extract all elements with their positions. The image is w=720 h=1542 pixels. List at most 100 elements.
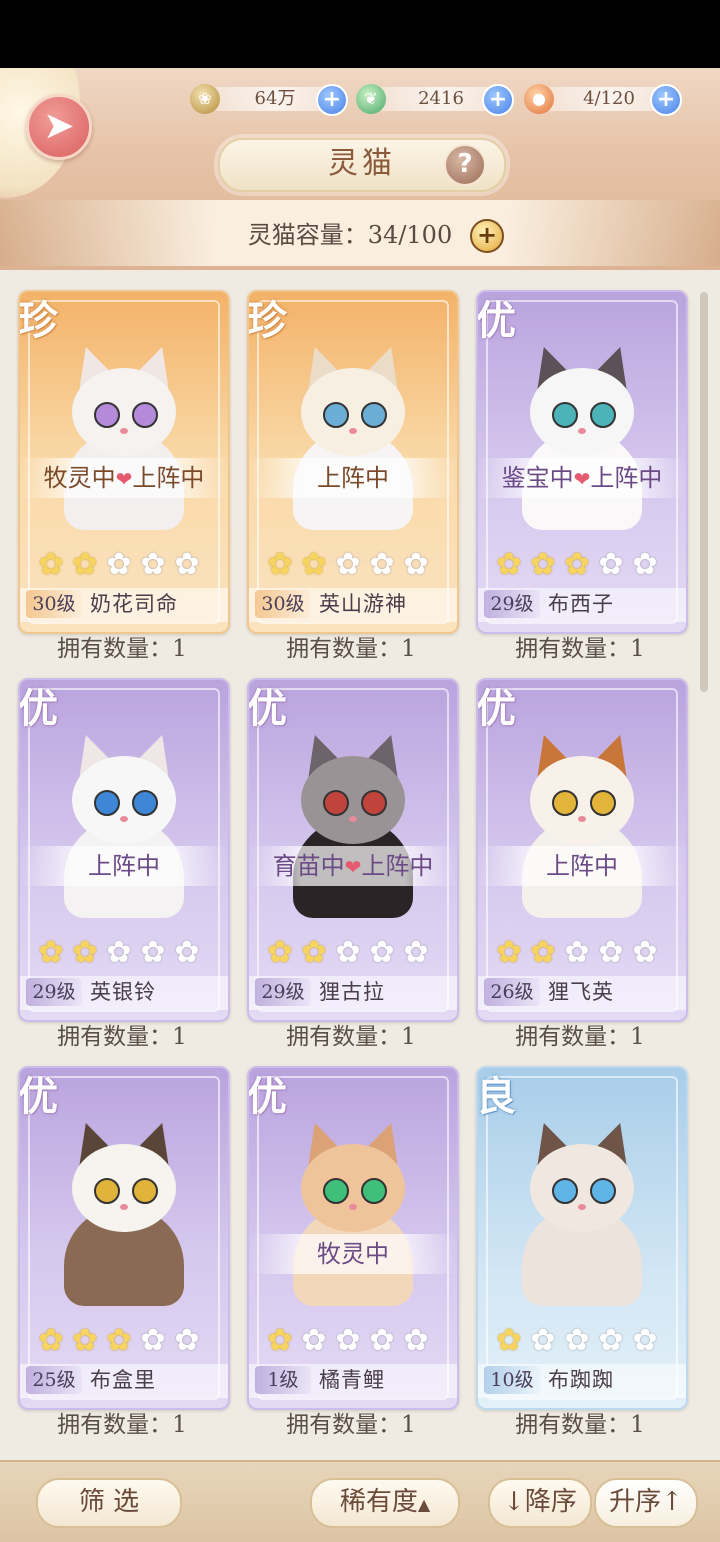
flower-star-icon: ✿ (140, 547, 166, 582)
cat-nose (120, 428, 128, 434)
cat-name: 橘青鲤 (319, 1368, 385, 1392)
cat-name: 英银铃 (90, 980, 156, 1004)
flower-star-icon: ✿ (301, 935, 327, 970)
level-name-row: 26级 狸飞英 (478, 976, 686, 1010)
flower-star-icon: ✿ (335, 1323, 361, 1358)
star-rating: ✿ ✿ ✿ ✿ ✿ (494, 550, 672, 580)
help-button[interactable]: ? (444, 144, 486, 186)
cat-eye (590, 790, 616, 816)
owned-count: 拥有数量：1 (515, 1024, 645, 1050)
rarity-badge: 优 (247, 1073, 287, 1120)
flower-star-icon: ✿ (564, 935, 590, 970)
cat-portrait (516, 1116, 648, 1306)
cat-nose (349, 816, 357, 822)
cat-card[interactable]: 珍牧灵中❤上阵中 ✿ ✿ ✿ ✿ ✿ 30级 奶花司命 (18, 290, 230, 634)
add-coins-button[interactable]: + (316, 84, 348, 116)
add-food-button[interactable]: + (650, 84, 682, 116)
level-name-row: 29级 布西子 (478, 588, 686, 622)
cat-portrait (516, 340, 648, 530)
level-badge: 26级 (484, 978, 540, 1006)
level-badge: 29级 (26, 978, 82, 1006)
owned-count: 拥有数量：1 (286, 1412, 416, 1438)
flower-star-icon: ✿ (140, 1323, 166, 1358)
cat-card[interactable]: 优 ✿ ✿ ✿ ✿ ✿ 25级 布盒里 (18, 1066, 230, 1410)
cat-name: 布踟踟 (548, 1368, 614, 1392)
scrollbar[interactable] (700, 292, 708, 692)
star-rating: ✿ ✿ ✿ ✿ ✿ (36, 550, 214, 580)
flower-star-icon: ✿ (632, 1323, 658, 1358)
status-banner: 上阵中 (478, 846, 686, 886)
flower-star-icon: ✿ (403, 935, 429, 970)
flower-star-icon: ✿ (530, 547, 556, 582)
flower-star-icon: ✿ (174, 1323, 200, 1358)
level-name-row: 1级 橘青鲤 (249, 1364, 457, 1398)
cat-eye (323, 790, 349, 816)
flower-star-icon: ✿ (174, 935, 200, 970)
cat-eye (552, 402, 578, 428)
cat-card[interactable]: 优鉴宝中❤上阵中 ✿ ✿ ✿ ✿ ✿ 29级 布西子 (476, 290, 688, 634)
status-banner: 上阵中 (249, 458, 457, 498)
cat-portrait (58, 1116, 190, 1306)
resource-value: 4/120 (583, 88, 635, 109)
flower-star-icon: ✿ (335, 547, 361, 582)
cat-nose (578, 1204, 586, 1210)
cat-name: 英山游神 (319, 592, 407, 616)
filter-button[interactable]: 筛 选 (36, 1478, 182, 1528)
status-label: 育苗中 (272, 852, 345, 880)
flower-star-icon: ✿ (369, 547, 395, 582)
status-label: 上阵中 (546, 852, 618, 880)
cat-name: 布西子 (548, 592, 614, 616)
resource-value: 64万 (254, 88, 296, 109)
flower-star-icon: ✿ (106, 547, 132, 582)
flower-star-icon: ✿ (496, 547, 522, 582)
status-banner: 育苗中❤上阵中 (249, 846, 457, 886)
back-button[interactable]: ➤ (26, 94, 92, 160)
cat-eye (552, 790, 578, 816)
heart-icon: ❤ (344, 855, 362, 879)
cat-card[interactable]: 优育苗中❤上阵中 ✿ ✿ ✿ ✿ ✿ 29级 狸古拉 (247, 678, 459, 1022)
rarity-badge: 优 (476, 685, 516, 732)
level-badge: 30级 (255, 590, 311, 618)
flower-star-icon: ✿ (403, 1323, 429, 1358)
flower-star-icon: ✿ (369, 935, 395, 970)
status-banner: 鉴宝中❤上阵中 (478, 458, 686, 498)
cat-nose (120, 1204, 128, 1210)
resource-value: 2416 (418, 88, 464, 109)
status-text: 上阵中 (478, 846, 686, 886)
status-text: 鉴宝中❤上阵中 (478, 458, 686, 499)
status-text: 育苗中❤上阵中 (249, 846, 457, 887)
status-banner: 牧灵中 (249, 1234, 457, 1274)
status-banner: 牧灵中❤上阵中 (20, 458, 228, 498)
flower-star-icon: ✿ (301, 547, 327, 582)
cat-card[interactable]: 优上阵中 ✿ ✿ ✿ ✿ ✿ 26级 狸飞英 (476, 678, 688, 1022)
cat-card[interactable]: 良 ✿ ✿ ✿ ✿ ✿ 10级 布踟踟 (476, 1066, 688, 1410)
owned-count: 拥有数量：1 (57, 1412, 187, 1438)
cat-portrait (287, 340, 419, 530)
cat-head (72, 756, 176, 844)
flower-star-icon: ✿ (38, 1323, 64, 1358)
status-text: 牧灵中 (249, 1234, 457, 1274)
cat-nose (578, 428, 586, 434)
level-name-row: 30级 英山游神 (249, 588, 457, 622)
status-banner: 上阵中 (20, 846, 228, 886)
sort-rarity-button[interactable]: 稀有度▲ (310, 1478, 460, 1528)
cat-eye (94, 402, 120, 428)
flower-star-icon: ✿ (267, 1323, 293, 1358)
sort-arrow-icon: ▲ (417, 1495, 431, 1514)
ascending-button[interactable]: 升序↑ (594, 1478, 698, 1528)
add-birds-button[interactable]: + (482, 84, 514, 116)
level-name-row: 29级 英银铃 (20, 976, 228, 1010)
cat-card[interactable]: 优牧灵中 ✿ ✿ ✿ ✿ ✿ 1级 橘青鲤 (247, 1066, 459, 1410)
descending-button[interactable]: ↓降序 (488, 1478, 592, 1528)
capacity-text: 灵猫容量：34/100 (247, 221, 453, 249)
expand-capacity-button[interactable]: + (470, 219, 504, 253)
cat-card[interactable]: 珍上阵中 ✿ ✿ ✿ ✿ ✿ 30级 英山游神 (247, 290, 459, 634)
flower-star-icon: ✿ (38, 935, 64, 970)
cat-head (530, 1144, 634, 1232)
star-rating: ✿ ✿ ✿ ✿ ✿ (36, 938, 214, 968)
flower-star-icon: ✿ (632, 547, 658, 582)
cat-card[interactable]: 优上阵中 ✿ ✿ ✿ ✿ ✿ 29级 英银铃 (18, 678, 230, 1022)
flower-star-icon: ✿ (598, 1323, 624, 1358)
flower-star-icon: ✿ (564, 1323, 590, 1358)
status-text: 上阵中 (249, 458, 457, 498)
